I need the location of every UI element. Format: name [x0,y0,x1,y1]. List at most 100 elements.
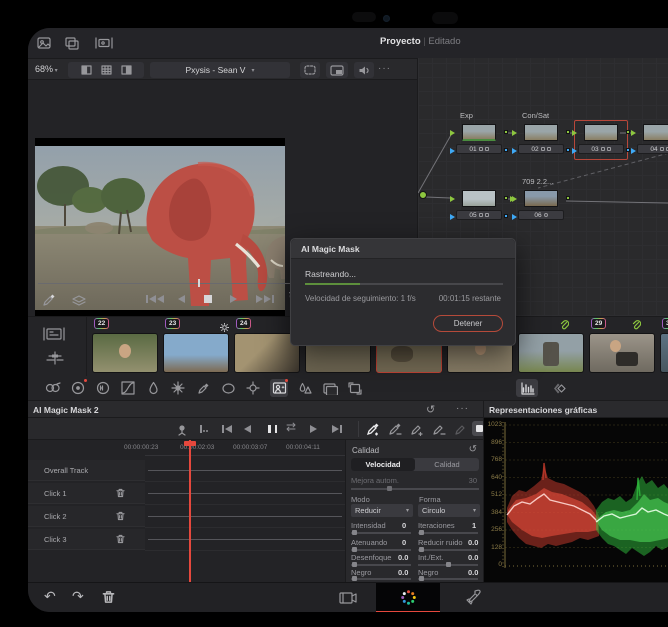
camera-raw-icon[interactable] [44,379,62,397]
auto-improve-slider[interactable] [351,488,479,490]
undo-button[interactable]: ↶ [44,588,56,605]
clip-thumbnail-30[interactable] [660,333,668,373]
step-end-button[interactable] [332,425,342,433]
stills-icon[interactable] [64,35,80,56]
proxy-quality-icon[interactable] [326,62,348,78]
warper-icon[interactable] [169,379,187,397]
wipe-modes-icon[interactable] [72,294,86,312]
clip-thumbnail-28[interactable] [518,333,584,373]
clip-thumbnail-23[interactable] [163,333,229,373]
delete-button[interactable] [102,590,115,609]
param-slider[interactable] [351,564,411,566]
node-02[interactable]: Con/Sat 02 [518,124,564,154]
node-06[interactable]: 709 2.2... 06 [518,190,564,220]
track-point-icon[interactable] [176,423,188,441]
redo-button[interactable]: ↷ [72,588,84,605]
blur-icon[interactable] [296,379,314,397]
keyframe-lane[interactable] [148,516,342,517]
delete-track-icon[interactable] [116,488,125,498]
node-04[interactable]: 04 [637,124,668,154]
hdr-wheels-icon[interactable] [94,379,112,397]
param-slider[interactable] [418,578,478,580]
param-value[interactable]: 0.0 [468,553,478,562]
param-value[interactable]: 0 [402,538,406,547]
param-value[interactable]: 1 [472,521,476,530]
qualifier-icon[interactable] [144,379,162,397]
mask-timeline[interactable]: 00:00:00:23 00:00:02:03 00:00:03:07 00:0… [28,440,345,582]
keyframe-lane[interactable] [148,493,342,494]
grid-viewer-icon[interactable] [101,65,112,75]
color-page-tab-active[interactable] [376,583,440,612]
param-slider[interactable] [418,564,478,566]
eyedropper-tool-icon[interactable] [194,379,212,397]
clip-thumbnail-29[interactable] [589,333,655,373]
settings-reset-icon[interactable]: ↺ [469,444,477,455]
curves-icon[interactable] [119,379,137,397]
panel-more-menu[interactable]: ··· [456,403,469,414]
lut-browser-icon[interactable] [94,35,114,56]
track-row-click2[interactable]: Click 2 [28,506,145,527]
viewer-playhead[interactable] [198,279,200,287]
keyframe-lane[interactable] [148,539,342,540]
gallery-stack-icon[interactable] [552,379,570,397]
bypass-grades-icon[interactable] [300,62,320,78]
loop-track-button[interactable]: ⇄ [286,420,296,434]
color-wheels-icon[interactable] [69,379,87,397]
track-row-click1[interactable]: Click 1 [28,483,145,504]
pause-button[interactable] [268,425,277,433]
color-picker-icon[interactable] [42,293,56,312]
gallery-icon[interactable] [36,35,52,56]
timeline-mode-icon[interactable] [46,351,64,370]
stop-tracking-button[interactable]: Detener [433,315,503,332]
power-window-icon[interactable] [219,379,237,397]
mask-add-picker-icon[interactable] [366,422,380,441]
sizing-icon[interactable] [346,379,364,397]
forward-button[interactable] [310,425,317,433]
param-value[interactable]: 0.0 [398,568,408,577]
reset-panel-icon[interactable]: ↺ [426,403,435,416]
edit-page-icon[interactable] [338,590,358,611]
clip-thumbnail-22[interactable] [92,333,158,373]
key-icon[interactable] [321,379,339,397]
next-clip-button[interactable] [256,295,274,303]
tab-calidad[interactable]: Calidad [415,458,479,471]
keyframe-lane[interactable] [148,470,342,471]
tab-velocidad[interactable]: Velocidad [351,458,415,471]
step-start-button[interactable] [222,425,232,433]
play-reverse-button[interactable] [178,295,185,303]
delivery-page-icon[interactable] [464,588,483,612]
project-label[interactable]: Proyecto [380,36,421,47]
magic-mask-icon[interactable] [270,379,288,397]
single-viewer-icon[interactable] [81,65,92,75]
waveform-scope[interactable]: 1023 896 768 640 512 384 256 128 0 [483,418,668,582]
track-backward-icon[interactable] [200,425,208,433]
node-03[interactable]: 03 [578,124,624,154]
param-value[interactable]: 0.0 [468,568,478,577]
mode-dropdown[interactable]: Reducir▾ [351,504,413,517]
timeline-playhead[interactable] [189,440,191,582]
delete-track-icon[interactable] [116,534,125,544]
param-slider[interactable] [351,578,411,580]
param-slider[interactable] [351,532,411,534]
param-value[interactable]: 0.0 [398,553,408,562]
param-slider[interactable] [418,549,478,551]
play-button[interactable] [230,295,237,303]
dialog-title[interactable]: AI Magic Mask [291,239,515,259]
zoom-level-control[interactable]: 68% ▾ [35,64,58,74]
delete-track-icon[interactable] [116,511,125,521]
shape-dropdown[interactable]: Circulo▾ [418,504,480,517]
reverse-button[interactable] [244,425,251,433]
tracker-icon[interactable] [244,379,262,397]
node-05[interactable]: 05 [456,190,502,220]
param-value[interactable]: 0.0 [468,538,478,547]
audio-icon[interactable] [354,62,374,78]
param-value[interactable]: 0 [402,521,406,530]
viewer-more-menu[interactable]: ··· [378,63,391,74]
gear-icon[interactable] [220,319,229,337]
clip-name-dropdown[interactable]: Pxysis - Sean V ▾ [150,62,290,78]
stroke-add-picker-icon[interactable] [410,422,424,441]
node-01[interactable]: Exp 01 [456,124,502,154]
split-viewer-icon[interactable] [121,65,132,75]
stroke-subtract-picker-icon[interactable] [432,422,446,441]
scopes-icon[interactable] [516,379,538,397]
